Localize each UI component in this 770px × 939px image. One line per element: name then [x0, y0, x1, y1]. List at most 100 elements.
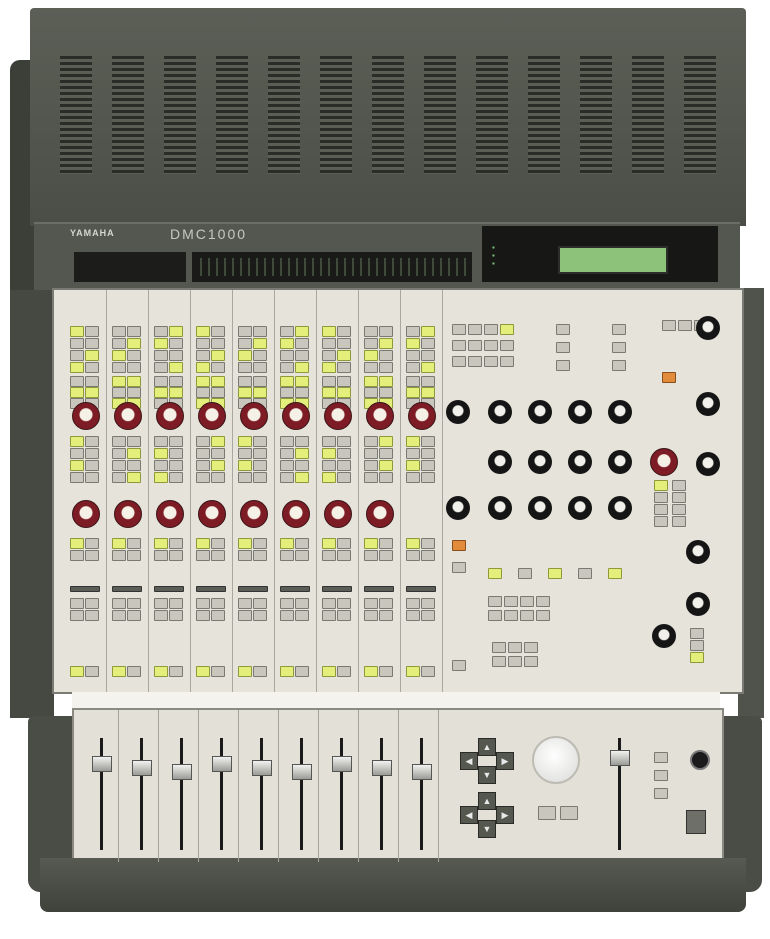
enter-button[interactable] [560, 806, 578, 820]
channel-button[interactable] [379, 376, 393, 387]
channel-button[interactable] [196, 538, 210, 549]
channel-button[interactable] [379, 362, 393, 373]
channel-button[interactable] [127, 472, 141, 483]
channel-button[interactable] [127, 338, 141, 349]
channel-button[interactable] [280, 460, 294, 471]
utility-button[interactable] [524, 642, 538, 653]
channel-button[interactable] [85, 350, 99, 361]
channel-button[interactable] [211, 460, 225, 471]
channel-button[interactable] [322, 538, 336, 549]
channel-button[interactable] [379, 350, 393, 361]
master-button[interactable] [452, 562, 466, 573]
master-button[interactable] [612, 324, 626, 335]
channel-button[interactable] [211, 387, 225, 398]
scene-button[interactable] [654, 788, 668, 799]
channel-button[interactable] [364, 387, 378, 398]
channel-button[interactable] [379, 460, 393, 471]
master-button[interactable] [484, 324, 498, 335]
eq-knob[interactable] [114, 402, 142, 430]
channel-button[interactable] [280, 350, 294, 361]
jog-wheel[interactable] [532, 736, 580, 784]
channel-button[interactable] [211, 550, 225, 561]
channel-button[interactable] [337, 338, 351, 349]
record-button[interactable] [452, 540, 466, 551]
master-button[interactable] [612, 342, 626, 353]
select-button[interactable] [364, 666, 378, 677]
select-button[interactable] [154, 666, 168, 677]
master-button[interactable] [452, 356, 466, 367]
right-button[interactable] [672, 504, 686, 515]
channel-button[interactable] [196, 598, 210, 609]
master-knob[interactable] [488, 496, 512, 520]
pan-knob[interactable] [114, 500, 142, 528]
channel-button[interactable] [85, 387, 99, 398]
channel-button[interactable] [196, 376, 210, 387]
arrow-key[interactable]: ▲ [478, 738, 496, 756]
channel-button[interactable] [364, 350, 378, 361]
channel-button[interactable] [85, 326, 99, 337]
channel-button[interactable] [322, 460, 336, 471]
phones-knob[interactable] [686, 592, 710, 616]
right-button[interactable] [654, 504, 668, 515]
channel-button[interactable] [154, 610, 168, 621]
master-knob[interactable] [528, 496, 552, 520]
select-button[interactable] [337, 666, 351, 677]
channel-button[interactable] [322, 350, 336, 361]
channel-button[interactable] [169, 448, 183, 459]
channel-fader[interactable] [292, 764, 312, 780]
master-knob[interactable] [528, 450, 552, 474]
master-button[interactable] [452, 324, 466, 335]
channel-fader[interactable] [412, 764, 432, 780]
select-button[interactable] [70, 666, 84, 677]
monitor-knob[interactable] [696, 316, 720, 340]
channel-button[interactable] [406, 362, 420, 373]
channel-button[interactable] [70, 338, 84, 349]
talkback-knob[interactable] [652, 624, 676, 648]
channel-button[interactable] [211, 436, 225, 447]
eq-knob[interactable] [366, 402, 394, 430]
channel-button[interactable] [169, 376, 183, 387]
aux-button[interactable] [678, 320, 692, 331]
channel-button[interactable] [127, 436, 141, 447]
channel-button[interactable] [295, 460, 309, 471]
channel-button[interactable] [169, 326, 183, 337]
master-button[interactable] [484, 340, 498, 351]
channel-button[interactable] [322, 436, 336, 447]
channel-button[interactable] [406, 610, 420, 621]
channel-button[interactable] [169, 460, 183, 471]
select-button[interactable] [112, 666, 126, 677]
channel-button[interactable] [154, 376, 168, 387]
channel-button[interactable] [196, 460, 210, 471]
select-button[interactable] [322, 666, 336, 677]
channel-button[interactable] [70, 538, 84, 549]
pan-knob[interactable] [366, 500, 394, 528]
channel-button[interactable] [280, 436, 294, 447]
channel-button[interactable] [85, 436, 99, 447]
channel-button[interactable] [295, 338, 309, 349]
channel-button[interactable] [406, 376, 420, 387]
channel-button[interactable] [379, 338, 393, 349]
channel-button[interactable] [70, 326, 84, 337]
utility-button[interactable] [504, 610, 518, 621]
channel-button[interactable] [70, 387, 84, 398]
channel-button[interactable] [169, 610, 183, 621]
channel-button[interactable] [421, 460, 435, 471]
channel-button[interactable] [280, 338, 294, 349]
channel-button[interactable] [421, 550, 435, 561]
channel-button[interactable] [154, 538, 168, 549]
channel-button[interactable] [406, 472, 420, 483]
channel-fader[interactable] [132, 760, 152, 776]
channel-button[interactable] [211, 472, 225, 483]
master-knob[interactable] [488, 450, 512, 474]
utility-button[interactable] [488, 596, 502, 607]
channel-button[interactable] [379, 387, 393, 398]
headphone-knob[interactable] [690, 750, 710, 770]
right-button[interactable] [672, 492, 686, 503]
channel-button[interactable] [127, 598, 141, 609]
channel-button[interactable] [70, 472, 84, 483]
master-knob[interactable] [446, 400, 470, 424]
channel-button[interactable] [112, 362, 126, 373]
channel-button[interactable] [295, 610, 309, 621]
channel-button[interactable] [196, 610, 210, 621]
eq-knob[interactable] [156, 402, 184, 430]
